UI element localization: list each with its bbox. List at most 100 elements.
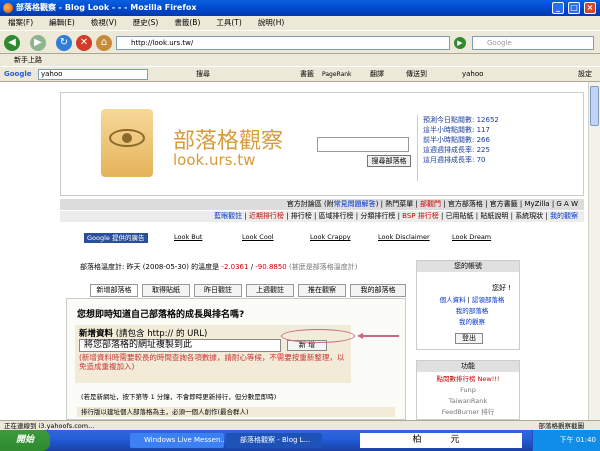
nav-myzilla[interactable]: MyZilla [524,200,549,208]
header-divider [417,115,418,181]
feature-taiwanrank[interactable]: TaiwanRank [417,396,519,407]
nav-observe[interactable]: 部觀門 [420,200,441,208]
nav-forum[interactable]: 官方討論區 (附 [287,200,334,208]
tab-pushed[interactable]: 推在觀察 [298,284,346,297]
add-warning: (新增資料時需要較長的時間查詢各項數據，請耐心等候，不需要按重新整理，以免造成重… [79,353,345,371]
nav-official-bookmarks[interactable]: 官方書籤 [490,200,518,208]
home-icon[interactable]: ⌂ [96,35,112,51]
tab-add-blog[interactable]: 新增部落格 [90,284,138,297]
stats-list: 預測今日點閱數: 12652 這半小時點閱數: 117 前半小時點閱數: 266… [423,115,499,165]
nav-stickers[interactable]: 已用貼紙 [446,212,474,220]
menu-help[interactable]: 說明(H) [258,18,285,27]
nav-region-rank[interactable]: 區域排行榜 [319,212,354,220]
tab-get-sticker[interactable]: 取得貼紙 [142,284,190,297]
link-claim-blog[interactable]: 認領部落格 [472,296,505,304]
nav-bsp-rank[interactable]: BSP 排行榜 [402,212,439,220]
taskbar: 開始 Windows Live Messen... 部落格觀察 - Blog L… [0,430,600,451]
nav-row-2: 藍眼觀註 | 近期排行榜 | 排行榜 | 區域排行榜 | 分類排行榜 | BSP… [60,211,584,222]
features-list: 點閱數排行榜 New!!! Funp TaiwanRank FeedBurner… [417,372,519,418]
reload-icon[interactable]: ↻ [56,35,72,51]
temperature-value-1: -2.0361 [221,263,249,271]
tab-bar: 新增部落格 取得貼紙 昨日觀註 上週觀註 推在觀察 我的部落格 [90,284,408,298]
blog-url-input[interactable]: 將您部落格的網址複製到此 [79,339,281,352]
ad-link-cool[interactable]: Look Cool [242,233,274,241]
sendto-button[interactable]: 傳送到 [406,67,427,82]
scroll-thumb[interactable] [590,86,599,126]
blog-search-input[interactable] [317,137,409,152]
maximize-button[interactable]: □ [568,2,580,14]
feature-funp[interactable]: Funp [417,385,519,396]
menu-view[interactable]: 檢視(V) [91,18,117,27]
nav-official-blog[interactable]: 官方部落格 [448,200,483,208]
blog-search-button[interactable]: 搜尋部落格 [367,155,411,167]
nav-category-rank[interactable]: 分類排行榜 [360,212,395,220]
add-form-title: 新增資料 [79,329,114,339]
nav-faq[interactable]: 常見問題解答 [334,200,376,208]
translate-button[interactable]: 翻譯 [370,67,384,82]
forward-icon[interactable]: ▶ [30,35,46,51]
ad-link-dream[interactable]: Look Dream [452,233,491,241]
stat-today: 預測今日點閱數: 12652 [423,116,499,124]
nav-rank[interactable]: 排行榜 [291,212,312,220]
account-title: 您的帳號 [417,261,519,272]
logo-url: look.urs.tw [173,151,256,169]
page-content: 部落格觀察 look.urs.tw 搜尋部落格 預測今日點閱數: 12652 這… [0,82,600,420]
tab-my-blog[interactable]: 我的部落格 [350,284,406,297]
vertical-scrollbar[interactable] [588,82,600,420]
google-query-chip[interactable]: yahoo [462,67,483,82]
window-title: 部落格觀察 - Blog Look - - - Mozilla Firefox [16,3,197,12]
feature-feedburner[interactable]: FeedBurner 排行 [417,407,519,418]
menu-bar: 檔案(F) 編輯(E) 檢視(V) 歷史(S) 書籤(B) 工具(T) 說明(H) [0,16,600,30]
nav-sticker-help[interactable]: 貼紙說明 [480,212,508,220]
temperature-help-link[interactable]: (甚麼是部落格溫度計) [289,263,357,271]
stop-icon[interactable]: ✕ [76,35,92,51]
task-windows-live[interactable]: Windows Live Messen... [130,433,224,448]
nav-hot-menu[interactable]: 熱門菜單 [385,200,413,208]
menu-bookmarks[interactable]: 書籤(B) [174,18,200,27]
url-bar[interactable]: http://look.urs.tw/ [116,36,450,50]
tab-last-week[interactable]: 上週觀註 [246,284,294,297]
temperature-separator: / [250,263,254,271]
stat-week-growth: 這週週排成長率: 225 [423,146,490,154]
nav-recent-rank[interactable]: 近期排行榜 [249,212,284,220]
nav-my-observe[interactable]: 我的觀察 [550,212,578,220]
go-icon[interactable]: ▶ [454,37,466,49]
bookmark-getting-started[interactable]: 新手上路 [14,56,42,64]
nav-system-status[interactable]: 系統現狀 [515,212,543,220]
system-tray: 下午 01:40 [532,430,600,451]
search-input[interactable]: Google [472,36,594,50]
menu-history[interactable]: 歷史(S) [133,18,159,27]
features-panel: 功能 點閱數排行榜 New!!! Funp TaiwanRank FeedBur… [416,360,520,420]
menu-file[interactable]: 檔案(F) [8,18,33,27]
nav-gaw[interactable]: G A W [556,200,578,208]
feature-click-rank[interactable]: 點閱數排行榜 New!!! [417,374,519,385]
ime-toolbar[interactable]: 柏 元 [360,433,522,448]
ads-label: Google 提供的廣告 [84,233,148,243]
link-my-observe[interactable]: 我的觀察 [459,318,485,326]
close-button[interactable]: × [584,2,596,14]
google-bookmarks-button[interactable]: 書籤 [300,67,314,82]
link-my-blog[interactable]: 我的部落格 [456,307,489,315]
logout-button[interactable]: 登出 [455,333,483,344]
menu-tools[interactable]: 工具(T) [216,18,241,27]
link-profile[interactable]: 個人資料 [440,296,466,304]
start-button[interactable]: 開始 [0,430,50,451]
nav-blue-eye[interactable]: 藍眼觀註 [214,212,242,220]
back-icon[interactable]: ◀ [4,35,20,51]
minimize-button[interactable]: _ [552,2,564,14]
title-bar: 部落格觀察 - Blog Look - - - Mozilla Firefox … [0,0,600,16]
ad-link-crappy[interactable]: Look Crappy [310,233,351,241]
tab-yesterday[interactable]: 昨日觀註 [194,284,242,297]
add-note-new: (若是新網址，按下第等 1 分鐘，不會即時更新排行，但分數是即時) [81,393,277,401]
settings-button[interactable]: 設定 [578,67,592,82]
task-firefox[interactable]: 部落格觀察 - Blog L... [226,433,322,448]
url-text: http://look.urs.tw/ [131,39,194,47]
highlight-ellipse [281,329,355,343]
menu-edit[interactable]: 編輯(E) [49,18,75,27]
status-text: 正在連線到 i3.yahoofs.com... [4,422,95,430]
ad-link-disclaimer[interactable]: Look Disclaimer [378,233,430,241]
google-search-button[interactable]: 搜尋 [196,67,210,82]
ad-link-but[interactable]: Look But [174,233,202,241]
google-search-input[interactable]: yahoo [38,69,148,80]
features-title: 功能 [417,361,519,372]
